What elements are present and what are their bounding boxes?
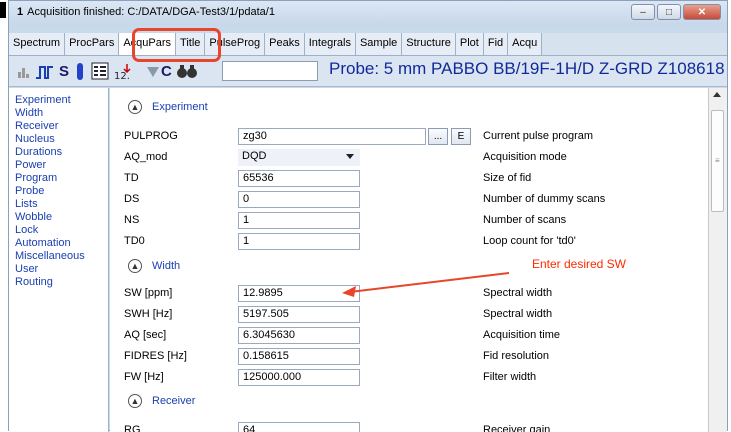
param-description: Acquisition mode (483, 151, 567, 163)
c-icon[interactable]: C (161, 62, 172, 82)
param-description: Size of fid (483, 172, 532, 184)
sidebar-item-lists[interactable]: Lists (9, 198, 108, 211)
param-description: Spectral width (483, 308, 553, 320)
aq-mod-select[interactable]: DQD (238, 149, 360, 166)
section-width[interactable]: ▲ Width (128, 259, 180, 273)
param-name: DS (124, 193, 140, 205)
window-edge-marker (0, 2, 6, 18)
param-description: Spectral width (483, 287, 553, 299)
sw-input[interactable]: 12.9895 (238, 285, 360, 302)
sidebar-item-user[interactable]: User (9, 263, 108, 276)
topspin-window: 1 Acquisition finished: C:/DATA/DGA-Test3… (8, 0, 728, 432)
tab-acqu[interactable]: Acqu (508, 33, 543, 55)
window-controls: – □ ✕ (629, 4, 721, 20)
edit-button[interactable]: E (451, 128, 471, 145)
toolbar: S 12. C Probe: 5 mm PABBO BB/19F-1H/D Z-… (9, 56, 727, 87)
window-title: 1 Acquisition finished: C:/DATA/DGA-Test3… (17, 6, 275, 18)
tab-fid[interactable]: Fid (483, 33, 509, 55)
param-name: AQ_mod (124, 151, 168, 163)
chevron-down-icon (346, 154, 354, 159)
scroll-up-icon[interactable] (713, 92, 721, 97)
vertical-scrollbar[interactable]: ≡ (708, 88, 727, 432)
title-bar: 1 Acquisition finished: C:/DATA/DGA-Test3… (9, 1, 727, 25)
param-description: Number of dummy scans (483, 193, 606, 205)
tab-spectrum[interactable]: Spectrum (9, 33, 66, 55)
sidebar-item-durations[interactable]: Durations (9, 146, 108, 159)
collapse-icon[interactable]: ▲ (128, 100, 142, 114)
param-description: Number of scans (483, 214, 567, 226)
param-name: TD (124, 172, 139, 184)
triangle-icon[interactable] (146, 66, 160, 78)
sidebar-item-nucleus[interactable]: Nucleus (9, 133, 108, 146)
sidebar-item-receiver[interactable]: Receiver (9, 120, 108, 133)
grip-icon: ≡ (715, 156, 720, 165)
param-value-input[interactable]: 5197.505 (238, 306, 360, 323)
annotation-label: Enter desired SW (509, 253, 649, 275)
sidebar-item-lock[interactable]: Lock (9, 224, 108, 237)
parameter-sidebar: Experiment Width Receiver Nucleus Durati… (9, 88, 109, 432)
param-description: Fid resolution (483, 350, 550, 362)
small-spectrum-icon[interactable] (17, 65, 31, 79)
browse-button[interactable]: ... (428, 128, 448, 145)
param-description: Acquisition time (483, 329, 561, 341)
tab-sample[interactable]: Sample (355, 33, 403, 55)
sidebar-item-width[interactable]: Width (9, 107, 108, 120)
sidebar-item-experiment[interactable]: Experiment (9, 94, 108, 107)
param-description: Current pulse program (483, 130, 594, 142)
section-receiver[interactable]: ▲ Receiver (128, 394, 195, 408)
scrollbar-thumb[interactable]: ≡ (711, 110, 724, 212)
sidebar-item-routing[interactable]: Routing (9, 276, 108, 289)
acqupars-tab-highlight (132, 28, 221, 62)
param-value-input[interactable]: 0 (238, 191, 360, 208)
param-name: SWH [Hz] (124, 308, 173, 320)
maximize-button[interactable]: □ (657, 4, 681, 20)
sidebar-item-power[interactable]: Power (9, 159, 108, 172)
section-experiment[interactable]: ▲ Experiment (128, 100, 208, 114)
param-name: AQ [sec] (124, 329, 167, 341)
param-name: FIDRES [Hz] (124, 350, 187, 362)
collapse-icon[interactable]: ▲ (128, 259, 142, 273)
section-title: Receiver (152, 395, 196, 407)
param-description: Filter width (483, 371, 537, 383)
param-value-input[interactable]: 6.3045630 (238, 327, 360, 344)
param-name: NS (124, 214, 140, 226)
table-icon[interactable] (91, 62, 109, 80)
tab-procpars[interactable]: ProcPars (65, 33, 120, 55)
binoculars-icon[interactable] (176, 63, 198, 79)
param-value-input[interactable]: 1 (238, 233, 360, 250)
param-name: TD0 (124, 235, 145, 247)
tab-structure[interactable]: Structure (402, 33, 456, 55)
s-icon[interactable]: S (59, 62, 69, 82)
section-title: Width (152, 260, 181, 272)
sidebar-item-automation[interactable]: Automation (9, 237, 108, 250)
close-button[interactable]: ✕ (683, 4, 721, 20)
param-name: PULPROG (124, 130, 178, 142)
tab-peaks[interactable]: Peaks (265, 33, 305, 55)
list-icon[interactable]: 12. (113, 62, 133, 82)
param-value-input[interactable]: 0.158615 (238, 348, 360, 365)
param-value-input[interactable]: 1 (238, 212, 360, 229)
probe-label: Probe: 5 mm PABBO BB/19F-1H/D Z-GRD Z108… (329, 59, 725, 78)
sidebar-item-wobble[interactable]: Wobble (9, 211, 108, 224)
sidebar-item-program[interactable]: Program (9, 172, 108, 185)
tab-bar: Spectrum ProcPars AcquPars Title PulsePr… (9, 33, 727, 56)
section-title: Experiment (152, 101, 208, 113)
command-input[interactable] (222, 61, 318, 81)
param-value-input[interactable]: 65536 (238, 170, 360, 187)
sidebar-item-probe[interactable]: Probe (9, 185, 108, 198)
param-value-input[interactable]: zg30 (238, 128, 426, 145)
tab-plot[interactable]: Plot (455, 33, 484, 55)
selected-value: DQD (242, 150, 267, 162)
tab-integrals[interactable]: Integrals (304, 33, 356, 55)
sidebar-item-miscellaneous[interactable]: Miscellaneous (9, 250, 108, 263)
pulse-icon[interactable] (35, 64, 55, 80)
tube-icon[interactable] (75, 62, 85, 82)
param-name: FW [Hz] (124, 371, 164, 383)
minimize-button[interactable]: – (631, 4, 655, 20)
param-name: SW [ppm] (124, 287, 173, 299)
collapse-icon[interactable]: ▲ (128, 394, 142, 408)
svg-text:12.: 12. (114, 71, 130, 82)
param-value-input[interactable]: 125000.000 (238, 369, 360, 386)
param-description: Loop count for 'td0' (483, 235, 576, 247)
